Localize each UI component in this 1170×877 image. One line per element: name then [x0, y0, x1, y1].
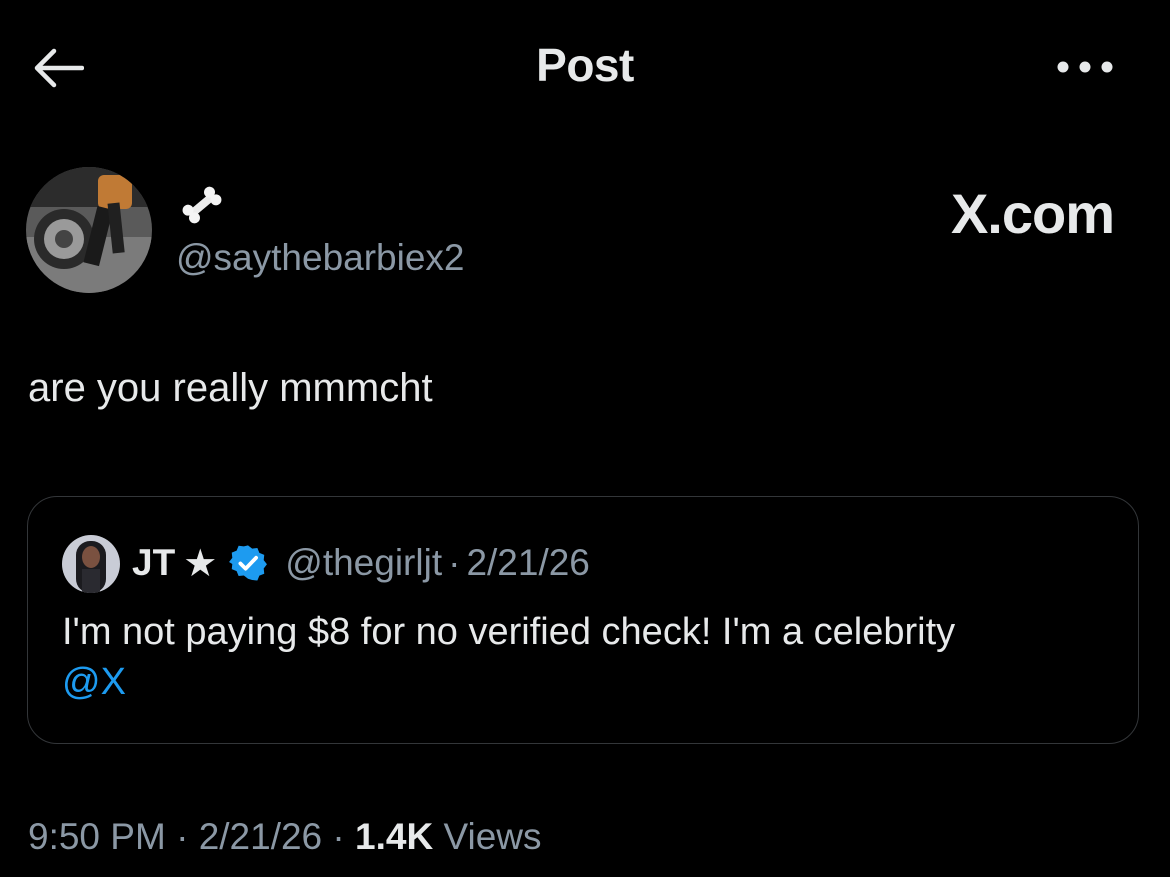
more-options-button[interactable]: [1050, 44, 1120, 90]
quoted-avatar[interactable]: [62, 535, 120, 593]
bone-emoji-icon: [182, 186, 222, 224]
quoted-author-handle[interactable]: @thegirljt: [285, 542, 442, 584]
quoted-post-card[interactable]: JT ★ @thegirljt · 2/21/26 I'm not paying…: [27, 496, 1139, 744]
post-text: are you really mmmcht: [28, 366, 433, 410]
mention-link[interactable]: @X: [62, 661, 126, 703]
meta-separator: ·: [322, 816, 356, 857]
quoted-post-date: 2/21/26: [466, 542, 590, 583]
author-display-name[interactable]: [178, 181, 238, 231]
post-author: @saythebarbiex2 X.com: [26, 167, 1146, 297]
star-glyph: ★: [183, 542, 218, 585]
page-title: Post: [536, 39, 634, 91]
post-date: 2/21/26: [198, 816, 323, 857]
quoted-author-name[interactable]: JT: [132, 542, 175, 584]
avatar-photo: [26, 167, 152, 293]
author-handle[interactable]: @saythebarbiex2: [176, 237, 465, 279]
post-meta: 9:50 PM · 2/21/26 · 1.4K Views: [28, 816, 542, 858]
separator-dot: ·: [448, 542, 461, 583]
top-bar: Post: [0, 0, 1170, 135]
more-horizontal-icon: [1057, 61, 1113, 73]
views-count[interactable]: 1.4K: [355, 816, 433, 857]
quoted-avatar-photo: [62, 535, 120, 593]
avatar[interactable]: [26, 167, 152, 293]
quoted-post-body: I'm not paying $8 for no verified check!…: [62, 611, 956, 653]
quoted-post-header: JT ★ @thegirljt · 2/21/26: [132, 537, 590, 589]
views-label: Views: [433, 816, 542, 857]
quoted-post-text: I'm not paying $8 for no verified check!…: [62, 607, 1112, 707]
verified-badge-icon: [229, 545, 268, 581]
post-time: 9:50 PM: [28, 816, 166, 857]
meta-separator: ·: [165, 816, 199, 857]
x-com-watermark: X.com: [950, 182, 1115, 245]
